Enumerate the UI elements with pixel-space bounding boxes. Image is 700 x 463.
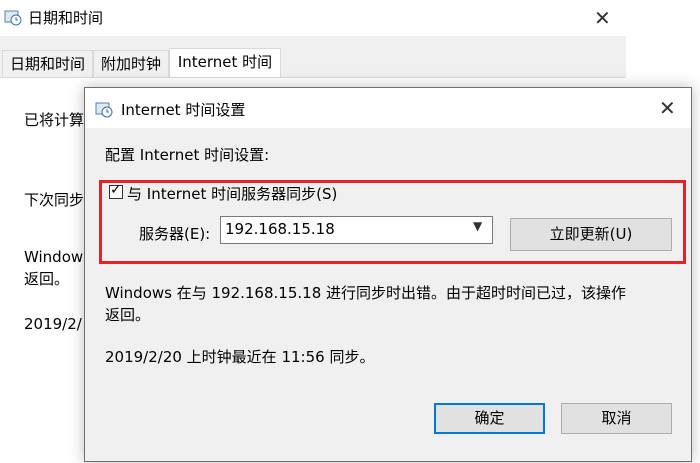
server-label: 服务器(E):: [139, 225, 211, 243]
sync-checkbox[interactable]: ✓: [109, 182, 123, 199]
close-icon[interactable]: ✕: [594, 6, 611, 30]
sync-checkbox-label[interactable]: 与 Internet 时间服务器同步(S): [127, 183, 337, 204]
checkmark-icon: ✓: [110, 182, 122, 198]
last-sync-text: 2019/2/: [24, 315, 82, 333]
window-title: 日期和时间: [28, 9, 104, 27]
tab-date-time[interactable]: 日期和时间: [2, 50, 93, 77]
last-sync-text: 2019/2/20 上时钟最近在 11:56 同步。: [105, 348, 375, 366]
server-combobox[interactable]: 192.168.15.18 ▼: [220, 216, 493, 244]
dialog-heading: 配置 Internet 时间设置:: [105, 146, 270, 164]
error-message-line2: 返回。: [105, 306, 151, 324]
sync-status-text: 已将计算: [24, 111, 85, 129]
title-bar: 日期和时间 ✕: [0, 0, 626, 36]
internet-time-settings-dialog: Internet 时间设置 ✕ 配置 Internet 时间设置: ✓ 与 In…: [84, 87, 692, 462]
dialog-title: Internet 时间设置: [121, 101, 246, 119]
error-message-line1: Windows 在与 192.168.15.18 进行同步时出错。由于超时时间已…: [105, 284, 627, 302]
tab-additional-clocks[interactable]: 附加时钟: [93, 50, 169, 77]
update-now-button[interactable]: 立即更新(U): [510, 218, 672, 251]
clock-app-icon: [95, 102, 113, 118]
chevron-down-icon[interactable]: ▼: [473, 219, 482, 233]
dialog-title-bar: Internet 时间设置 ✕: [85, 88, 691, 128]
cancel-button[interactable]: 取消: [561, 403, 672, 434]
server-value[interactable]: 192.168.15.18: [225, 220, 335, 238]
next-sync-text: 下次同步: [24, 191, 85, 209]
close-icon[interactable]: ✕: [659, 96, 676, 120]
error-text-continued: 返回。: [24, 270, 70, 288]
error-text: Window: [24, 248, 84, 266]
ok-button[interactable]: 确定: [434, 403, 545, 434]
tab-internet-time[interactable]: Internet 时间: [169, 48, 281, 77]
clock-app-icon: [4, 10, 22, 26]
